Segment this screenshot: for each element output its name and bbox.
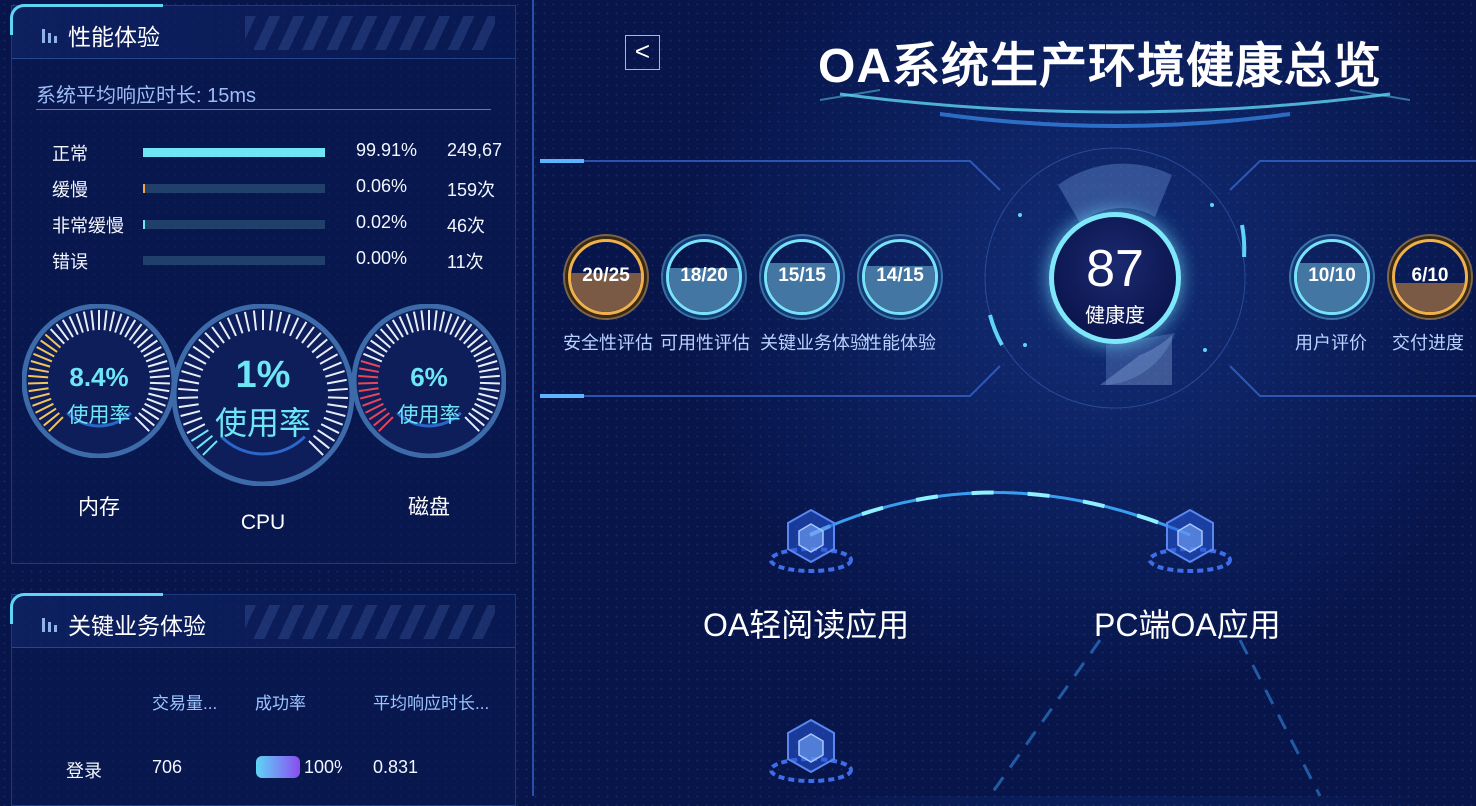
stat-count: 249,67 [447,140,503,160]
stat-label: 错误 [52,252,88,272]
score-value: 18/20 [680,265,728,286]
app-node-third[interactable] [768,718,854,788]
column-header-success-rate[interactable]: 成功率 [255,689,306,714]
app-node-light-read[interactable] [768,508,854,578]
stat-count: 11次 [447,252,484,272]
avg-response-text: 系统平均响应时长: 15ms [36,85,257,107]
table-row[interactable]: 登录 706 100% 0.831 [12,753,515,783]
score-circle-delivery[interactable]: 6/10 [1392,239,1468,315]
chevron-left-icon: < [634,36,651,66]
score-value: 10/10 [1308,265,1356,286]
disk-gauge: 6% 使用率 [351,303,507,459]
gauge-sub-label: 使用率 [214,405,311,441]
stat-count: 159次 [447,180,496,200]
score-circle-key-business[interactable]: 15/15 [764,239,840,315]
score-circle-user-rating[interactable]: 10/10 [1294,239,1370,315]
stat-bar [143,220,325,229]
row-name: 登录 [66,761,102,781]
column-header-volume[interactable]: 交易量... [152,689,217,714]
column-header-avg-response[interactable]: 平均响应时长... [373,689,489,714]
performance-panel: 性能体验 系统平均响应时长: 15ms 正常 99.91% 249,67 缓慢 … [10,4,516,564]
app-node-pc-oa[interactable] [1147,508,1233,578]
stat-bar [143,148,325,157]
score-label-key-business[interactable]: 关键业务体验 [760,329,868,355]
stat-percent: 0.00% [356,248,408,268]
row-volume: 706 [152,757,183,777]
stat-percent: 0.06% [356,176,408,196]
score-value: 20/25 [582,265,630,286]
health-score-circle[interactable]: 87 健康度 [1049,212,1181,344]
memory-gauge-label: 内存 [78,496,120,519]
app-label-pc-oa[interactable]: PC端OA应用 [1094,600,1281,646]
score-label-user-rating[interactable]: 用户评价 [1295,329,1367,355]
score-value: 6/10 [1411,265,1449,286]
score-label-availability[interactable]: 可用性评估 [660,329,750,355]
gauge-value: 6% [410,362,448,392]
health-score-value: 87 [1086,240,1144,298]
cube-icon [769,718,853,783]
back-button[interactable]: < [625,35,660,70]
disk-gauge-label: 磁盘 [408,496,450,519]
memory-gauge: 8.4% 使用率 [21,303,177,459]
panel-stripes-decoration [245,16,495,50]
bars-icon [42,25,60,43]
stat-count: 46次 [447,216,486,236]
stat-percent: 0.02% [356,212,408,232]
health-score-label: 健康度 [1085,305,1145,327]
column-divider [532,0,534,796]
row-success-rate: 100% [304,757,342,777]
cube-icon [769,508,853,573]
score-circle-availability[interactable]: 18/20 [666,239,742,315]
score-label-security[interactable]: 安全性评估 [563,329,653,355]
topology-lines [809,490,1322,796]
stat-label: 正常 [52,144,88,164]
stat-label: 非常缓慢 [52,216,124,236]
success-bar [256,756,300,778]
gauge-sub-label: 使用率 [67,404,131,427]
key-business-panel: 关键业务体验 交易量... 成功率 平均响应时长... 登录 706 100% … [10,593,516,806]
cpu-gauge-label: CPU [240,511,286,534]
gauge-sub-label: 使用率 [397,404,461,427]
bars-icon [42,614,60,632]
stat-bar [143,184,325,193]
gauge-value: 8.4% [69,362,129,392]
app-label-light-read[interactable]: OA轻阅读应用 [703,600,909,646]
key-business-title: 关键业务体验 [68,613,206,639]
score-label-performance[interactable]: 性能体验 [864,329,936,355]
row-avg-response: 0.831 [373,757,419,777]
stat-bar [143,256,325,265]
performance-panel-header: 性能体验 [10,4,515,59]
score-value: 15/15 [778,265,826,286]
stat-percent: 99.91% [356,140,418,160]
score-circle-security[interactable]: 20/25 [568,239,644,315]
stat-label: 缓慢 [52,180,88,200]
score-circle-performance[interactable]: 14/15 [862,239,938,315]
title-underline-decoration [820,89,1410,128]
score-liquid [1395,282,1465,312]
key-business-panel-header: 关键业务体验 [10,593,515,648]
cpu-gauge: 1% 使用率 [171,303,355,487]
cube-icon [1148,508,1232,573]
performance-title: 性能体验 [68,24,160,50]
divider [36,109,491,110]
panel-stripes-decoration [245,605,495,639]
score-value: 14/15 [876,265,924,286]
gauge-value: 1% [235,354,291,396]
score-label-delivery[interactable]: 交付进度 [1392,329,1464,355]
